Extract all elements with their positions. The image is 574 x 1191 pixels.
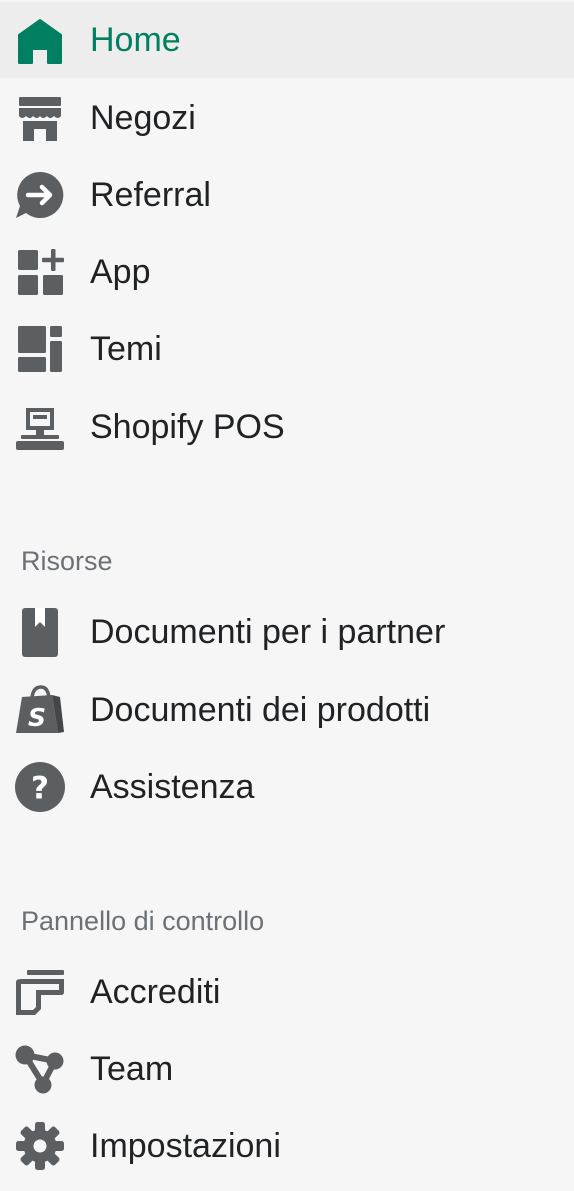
nav-item-themes[interactable]: Temi	[0, 311, 574, 387]
nav-item-label: Assistenza	[90, 768, 255, 806]
section-title-dashboard: Pannello di controllo	[21, 906, 265, 936]
nav-item-shopify-pos[interactable]: Shopify POS	[0, 389, 574, 465]
pos-icon	[13, 400, 67, 454]
nav-item-apps[interactable]: App	[0, 234, 574, 310]
svg-text:S: S	[28, 703, 46, 732]
apps-icon	[13, 245, 67, 299]
nav-item-label: Temi	[90, 330, 162, 368]
section-title-resources: Risorse	[21, 546, 113, 576]
nav-item-support[interactable]: ? Assistenza	[0, 749, 574, 825]
nav-item-label: Documenti dei prodotti	[90, 691, 431, 729]
nav-item-label: Shopify POS	[90, 408, 285, 446]
nav-item-settings[interactable]: Impostazioni	[0, 1108, 574, 1184]
svg-text:?: ?	[31, 771, 49, 807]
nav-item-home[interactable]: Home	[0, 2, 574, 78]
themes-icon	[13, 322, 67, 376]
nav-item-partner-docs[interactable]: Documenti per i partner	[0, 594, 574, 670]
nav-item-label: App	[90, 253, 151, 291]
nav-item-team[interactable]: Team	[0, 1031, 574, 1107]
nav-item-stores[interactable]: Negozi	[0, 80, 574, 156]
nav-item-referral[interactable]: Referral	[0, 157, 574, 233]
nav-item-label: Referral	[90, 176, 211, 214]
team-icon	[13, 1042, 67, 1096]
nav-item-label: Negozi	[90, 99, 196, 137]
question-icon: ?	[13, 760, 67, 814]
nav-item-label: Impostazioni	[90, 1127, 281, 1165]
nav-item-label: Documenti per i partner	[90, 613, 446, 651]
nav-item-payouts[interactable]: Accrediti	[0, 954, 574, 1030]
nav-item-product-docs[interactable]: S Documenti dei prodotti	[0, 672, 574, 748]
settings-icon	[13, 1119, 67, 1173]
nav-item-label: Team	[90, 1050, 174, 1088]
payouts-icon	[13, 965, 67, 1019]
store-icon	[13, 91, 67, 145]
home-icon	[13, 13, 67, 67]
nav-item-label: Home	[90, 21, 181, 59]
referral-icon	[13, 168, 67, 222]
sidebar-nav: Home Negozi Referral App Temi Shopify PO…	[0, 0, 574, 1191]
nav-item-label: Accrediti	[90, 973, 221, 1011]
bookmark-document-icon	[13, 605, 67, 659]
shopify-bag-icon: S	[13, 683, 67, 737]
